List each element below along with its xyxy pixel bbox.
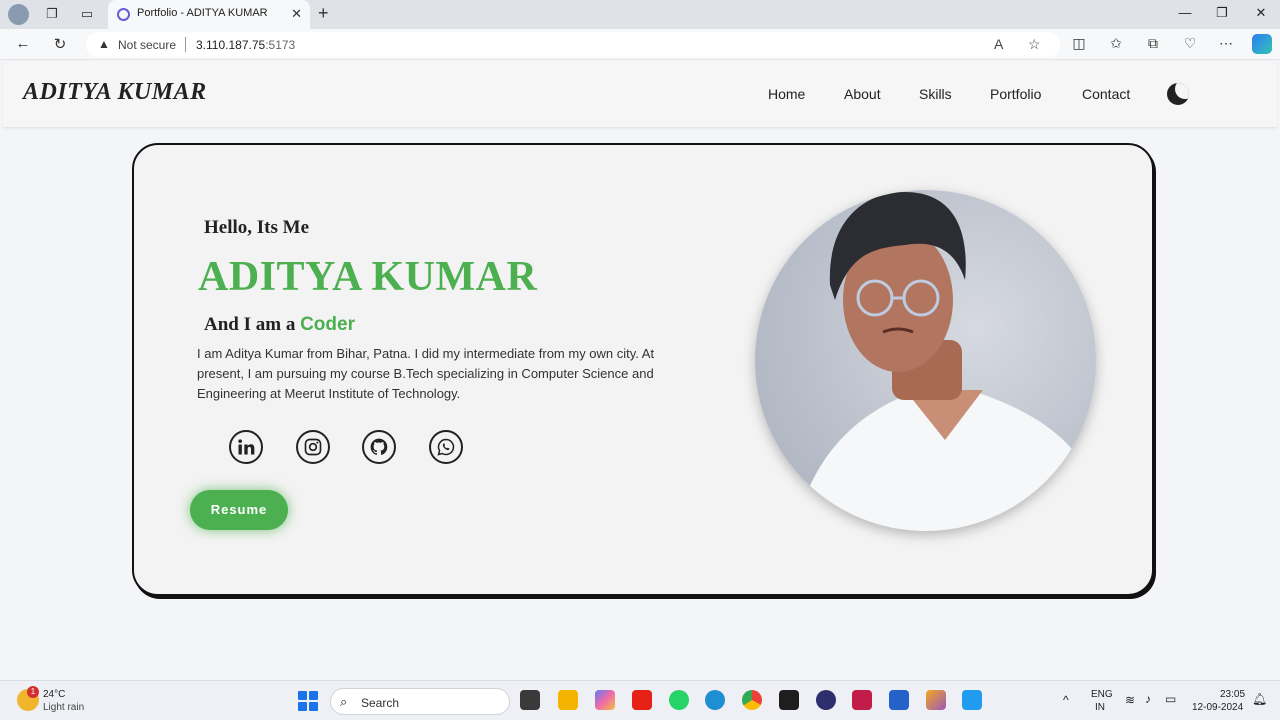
git-client-icon[interactable] [926, 690, 946, 710]
nav-portfolio[interactable]: Portfolio [990, 86, 1041, 102]
volume-icon[interactable]: ♪ [1145, 692, 1151, 706]
clock-time[interactable]: 23:05 [1220, 689, 1245, 700]
weather-desc[interactable]: Light rain [43, 702, 84, 713]
nav-contact[interactable]: Contact [1082, 86, 1130, 102]
resume-button[interactable]: Resume [190, 490, 288, 530]
notifications-icon[interactable]: 🔔︎ [1252, 692, 1267, 706]
more-menu-icon[interactable]: ⋯ [1216, 35, 1236, 52]
file-explorer-icon[interactable] [558, 690, 578, 710]
site-favicon-icon [117, 8, 130, 21]
nav-about[interactable]: About [844, 86, 881, 102]
collections-icon[interactable]: ⧉ [1143, 35, 1163, 52]
edge-icon[interactable] [705, 690, 725, 710]
browser-tab[interactable]: Portfolio - ADITYA KUMAR ✕ [108, 0, 310, 29]
taskbar-search[interactable]: ⌕ Search [330, 688, 510, 715]
warning-icon: ▲ [98, 37, 110, 51]
clock-date[interactable]: 12-09-2024 [1192, 702, 1243, 713]
hero-name: ADITYA KUMAR [198, 254, 538, 300]
new-tab-icon[interactable]: + [318, 3, 329, 24]
chevron-up-icon[interactable]: ^ [1063, 693, 1069, 707]
eclipse-icon[interactable] [816, 690, 836, 710]
store-icon[interactable] [889, 690, 909, 710]
reload-icon[interactable]: ↻ [50, 35, 70, 53]
nav-home[interactable]: Home [768, 86, 805, 102]
youtube-icon[interactable] [632, 690, 652, 710]
favorites-icon[interactable]: ✩ [1106, 35, 1126, 52]
taskbar: 1 24°C Light rain ⌕ Search ^ ENG IN ≋ ♪ … [0, 680, 1280, 720]
address-bar: ← ↻ ▲ Not secure 3.110.187.75:5173 A ☆ ◫… [0, 29, 1280, 60]
split-screen-icon[interactable]: ◫ [1069, 35, 1089, 52]
vscode-icon[interactable] [962, 690, 982, 710]
url-text: 3.110.187.75:5173 [196, 38, 296, 52]
whatsapp-app-icon[interactable] [669, 690, 689, 710]
hero-card: Hello, Its Me ADITYA KUMAR And I am a Co… [132, 143, 1154, 596]
back-icon[interactable]: ← [13, 35, 33, 52]
github-icon[interactable] [362, 430, 396, 464]
site-header: ADITYA KUMAR Home About Skills Portfolio… [3, 61, 1277, 128]
weather-temp[interactable]: 24°C [43, 689, 65, 700]
copilot-app-icon[interactable] [595, 690, 615, 710]
copilot-icon[interactable] [1252, 34, 1272, 54]
close-tab-icon[interactable]: ✕ [291, 6, 302, 22]
weather-badge: 1 [27, 686, 39, 698]
url-field[interactable]: ▲ Not secure 3.110.187.75:5173 A ☆ [86, 32, 1060, 57]
search-icon: ⌕ [340, 694, 348, 709]
hero-role: And I am a Coder [204, 314, 355, 335]
security-label: Not secure [118, 38, 177, 52]
minimize-icon[interactable]: — [1175, 5, 1195, 20]
chrome-icon[interactable] [742, 690, 762, 710]
wifi-icon[interactable]: ≋ [1125, 693, 1135, 707]
battery-icon[interactable]: ▭ [1165, 692, 1176, 706]
site-logo[interactable]: ADITYA KUMAR [23, 79, 207, 106]
region-indicator[interactable]: IN [1095, 702, 1105, 713]
search-label: Search [361, 696, 400, 710]
task-view-icon[interactable] [520, 690, 540, 710]
dark-mode-toggle-icon[interactable] [1167, 83, 1189, 105]
browser-essentials-icon[interactable]: ♡ [1180, 35, 1200, 52]
linkedin-icon[interactable] [229, 430, 263, 464]
hero-greeting: Hello, Its Me [204, 217, 310, 238]
language-indicator[interactable]: ENG [1091, 689, 1113, 700]
profile-avatar[interactable] [8, 4, 29, 25]
role-highlight: Coder [300, 314, 355, 335]
tab-title: Portfolio - ADITYA KUMAR [137, 7, 268, 19]
nav-skills[interactable]: Skills [919, 86, 952, 102]
hero-bio: I am Aditya Kumar from Bihar, Patna. I d… [197, 346, 655, 401]
tab-actions-icon[interactable]: ▭ [77, 5, 97, 23]
profile-photo [755, 190, 1096, 531]
terminal-icon[interactable] [779, 690, 799, 710]
close-window-icon[interactable]: ✕ [1251, 5, 1271, 21]
whatsapp-icon[interactable] [429, 430, 463, 464]
favorite-star-icon[interactable]: ☆ [1028, 36, 1041, 53]
instagram-icon[interactable] [296, 430, 330, 464]
intellij-icon[interactable] [852, 690, 872, 710]
windows-start-icon[interactable] [298, 691, 318, 711]
read-aloud-icon[interactable]: A [994, 36, 1003, 52]
browser-tab-strip: ❐ ▭ Portfolio - ADITYA KUMAR ✕ + — ❐ ✕ [0, 0, 1280, 29]
maximize-icon[interactable]: ❐ [1212, 5, 1232, 21]
workspaces-icon[interactable]: ❐ [42, 5, 62, 23]
